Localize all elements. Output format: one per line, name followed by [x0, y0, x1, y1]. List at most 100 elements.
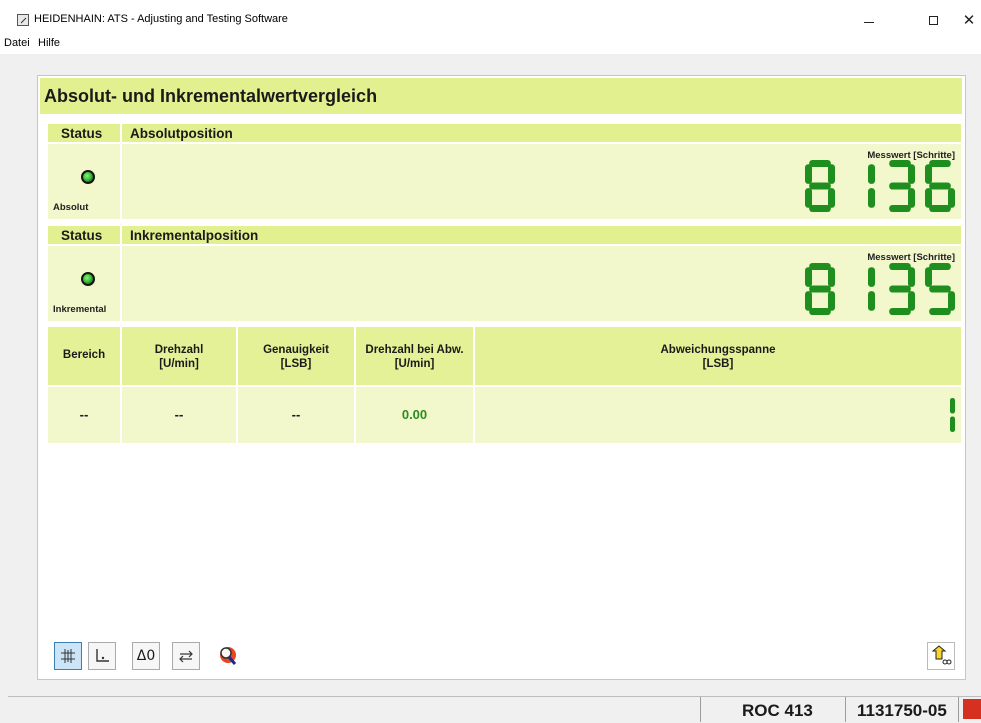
incremental-position-label: Inkrementalposition: [130, 228, 259, 243]
digit-segment: [809, 160, 831, 167]
device-name: ROC 413: [742, 701, 813, 720]
table-row: 1: [475, 387, 961, 443]
digit-segment: [925, 188, 932, 208]
status-header-text: Status: [61, 126, 103, 141]
status-header-absolute: Status: [48, 124, 120, 142]
digit-segment: [950, 398, 955, 414]
digit-segment: [908, 164, 915, 184]
connection-status-icon: [963, 699, 981, 719]
table-header-unit: [LSB]: [702, 358, 734, 370]
grid-icon: [61, 649, 75, 663]
exit-button[interactable]: [927, 642, 955, 670]
led-absolute-icon: [81, 170, 95, 184]
status-separator: [700, 697, 701, 722]
table-header-label: Bereich: [62, 349, 106, 361]
table-cell-genauigkeit: --: [291, 407, 301, 422]
digit-segment: [828, 291, 835, 311]
digit-segment: [805, 188, 812, 208]
digit-segment: [929, 205, 951, 212]
digit-segment: [809, 285, 831, 293]
app-icon: [17, 14, 29, 26]
digit-segment: [908, 267, 915, 287]
minimize-icon: [864, 21, 874, 23]
menu-bar: Datei Hilfe: [0, 36, 981, 54]
status-cell-absolute: Absolut: [48, 144, 120, 219]
table-header-unit: [U/min]: [394, 358, 435, 370]
digit-segment: [805, 291, 812, 311]
swap-icon: [179, 650, 193, 663]
magnifier-icon: [220, 647, 237, 665]
device-id: 1131750-05: [857, 701, 947, 720]
status-header-text: Status: [61, 228, 103, 243]
window-title: HEIDENHAIN: ATS - Adjusting and Testing …: [34, 13, 288, 25]
close-button[interactable]: ✕: [946, 8, 981, 32]
digit-segment: [908, 291, 915, 311]
digit-segment: [868, 164, 875, 184]
measure-label-incremental: Messwert [Schritte]: [867, 252, 955, 263]
digit-segment: [809, 182, 831, 190]
digit-segment: [929, 182, 951, 190]
grid-view-button[interactable]: [54, 642, 82, 670]
table-row: --: [122, 387, 236, 443]
digit-segment: [950, 416, 955, 432]
digit-segment: [948, 291, 955, 311]
digit-segment: [809, 205, 831, 212]
panel-header: Absolut- und Inkrementalwertvergleich: [40, 78, 962, 114]
digit-segment: [809, 263, 831, 270]
digit-segment: [868, 188, 875, 208]
status-separator: [958, 697, 959, 722]
digit-segment: [828, 188, 835, 208]
maximize-icon: [928, 15, 938, 25]
digit-segment: [948, 188, 955, 208]
led-absolute-label: Absolut: [53, 202, 89, 213]
magnifier-button[interactable]: [214, 642, 242, 670]
table-header-unit: [U/min]: [159, 358, 199, 370]
status-separator: [845, 697, 846, 722]
digit-segment: [925, 267, 932, 287]
led-incremental-icon: [81, 272, 95, 286]
digit-segment: [868, 267, 875, 287]
table-header-label: Genauigkeit: [263, 344, 329, 356]
menu-hilfe[interactable]: Hilfe: [36, 37, 62, 49]
digit-segment: [889, 285, 911, 293]
digit-segment: [889, 263, 911, 270]
digit-segment: [929, 308, 951, 315]
axis-view-button[interactable]: [88, 642, 116, 670]
digit-segment: [889, 308, 911, 315]
digit-segment: [908, 188, 915, 208]
table-header-label: Drehzahl bei Abw.: [365, 344, 464, 356]
table-row: 0.00: [356, 387, 473, 443]
incremental-value-display: [805, 263, 955, 315]
status-bar: [8, 696, 981, 723]
table-header-cell: Drehzahl bei Abw. [U/min]: [356, 327, 473, 385]
absolute-position-label: Absolutposition: [130, 126, 233, 141]
table-cell-bereich: --: [79, 407, 89, 422]
back-arrow-icon: [931, 645, 952, 665]
digit-segment: [828, 267, 835, 287]
axis-icon: [96, 649, 109, 662]
digit-segment: [805, 267, 812, 287]
table-row: --: [48, 387, 120, 443]
digit-segment: [828, 164, 835, 184]
title-bar: HEIDENHAIN: ATS - Adjusting and Testing …: [0, 0, 981, 36]
table-header-cell: Drehzahl [U/min]: [122, 327, 236, 385]
table-cell-drehzahl-abw: 0.00: [401, 407, 428, 422]
deviation-value-display: [950, 398, 955, 432]
digit-segment: [889, 205, 911, 212]
table-header-label: Drehzahl: [154, 344, 204, 356]
table-row: --: [238, 387, 354, 443]
table-header-unit: [LSB]: [280, 358, 312, 370]
minimize-button[interactable]: [846, 8, 892, 32]
swap-button[interactable]: [172, 642, 200, 670]
led-incremental-label: Inkremental: [53, 304, 107, 315]
digit-segment: [889, 160, 911, 167]
table-cell-drehzahl: --: [174, 407, 184, 422]
digit-segment: [929, 263, 951, 270]
digit-segment: [805, 164, 812, 184]
digit-segment: [929, 160, 951, 167]
menu-datei[interactable]: Datei: [2, 37, 32, 49]
status-header-incremental: Status: [48, 226, 120, 244]
digit-segment: [925, 164, 932, 184]
delta-zero-button[interactable]: Δ0: [132, 642, 160, 670]
absolute-value-display: [805, 160, 955, 212]
